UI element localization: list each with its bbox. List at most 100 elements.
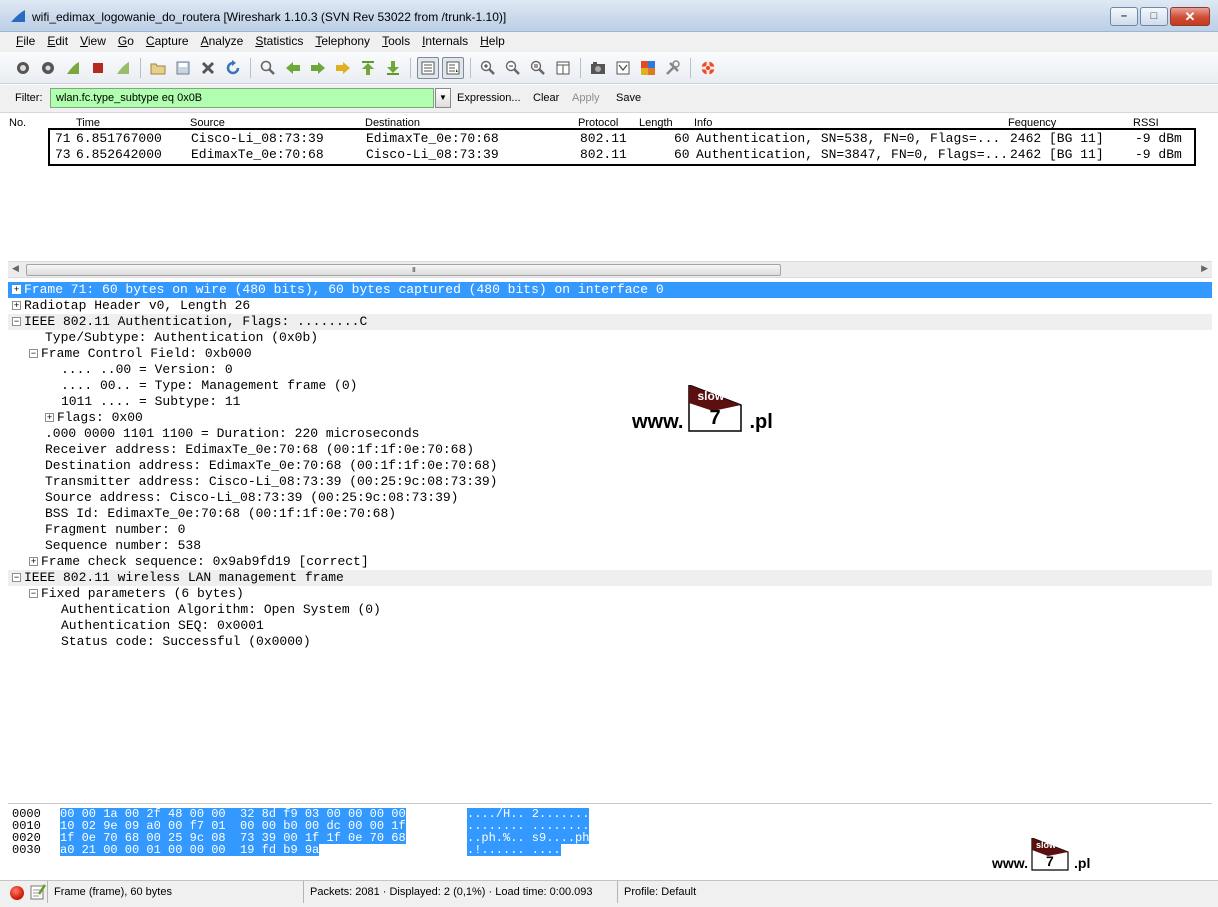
hex-ascii[interactable]: .!...... .... <box>467 844 561 856</box>
tree-item-auth-algorithm[interactable]: Authentication Algorithm: Open System (0… <box>61 602 381 618</box>
open-file-icon[interactable] <box>147 57 169 79</box>
tree-item-fragment[interactable]: Fragment number: 0 <box>45 522 185 538</box>
collapse-icon[interactable]: − <box>29 589 38 598</box>
tree-item-transmitter[interactable]: Transmitter address: Cisco-Li_08:73:39 (… <box>45 474 497 490</box>
maximize-icon: □ <box>1150 10 1158 22</box>
filter-bar: Filter: wlan.fc.type_subtype eq 0x0B ▼ E… <box>0 85 1218 113</box>
menu-statistics[interactable]: Statistics <box>249 32 309 52</box>
colorize-icon[interactable] <box>417 56 439 79</box>
interfaces-icon[interactable] <box>12 57 34 79</box>
resize-columns-icon[interactable] <box>552 57 574 79</box>
tree-item-destination[interactable]: Destination address: EdimaxTe_0e:70:68 (… <box>45 458 497 474</box>
scroll-thumb[interactable]: III <box>26 264 781 276</box>
capture-filters-icon[interactable] <box>587 57 609 79</box>
main-toolbar <box>0 52 1218 84</box>
tree-item-frame[interactable]: + Frame 71: 60 bytes on wire (480 bits), … <box>8 282 1212 298</box>
toolbar-separator <box>140 57 141 78</box>
collapse-icon[interactable]: − <box>12 317 21 326</box>
maximize-button[interactable]: □ <box>1140 7 1168 26</box>
tree-item-label: Authentication SEQ: 0x0001 <box>61 618 264 633</box>
menu-capture[interactable]: Capture <box>140 32 195 52</box>
minimize-button[interactable]: – <box>1110 7 1138 26</box>
close-button[interactable]: ✕ <box>1170 7 1210 26</box>
tree-item-receiver[interactable]: Receiver address: EdimaxTe_0e:70:68 (00:… <box>45 442 474 458</box>
start-capture-icon[interactable] <box>62 57 84 79</box>
slow7-watermark-small: www. slow 7 .pl <box>992 838 1090 876</box>
scroll-left-icon[interactable]: ◀ <box>12 263 19 274</box>
find-packet-icon[interactable] <box>257 57 279 79</box>
auto-scroll-icon[interactable] <box>442 56 464 79</box>
capture-comments-icon[interactable] <box>30 884 46 900</box>
menu-analyze[interactable]: Analyze <box>195 32 250 52</box>
tree-item-source[interactable]: Source address: Cisco-Li_08:73:39 (00:25… <box>45 490 458 506</box>
display-filter-input[interactable]: wlan.fc.type_subtype eq 0x0B <box>50 88 434 108</box>
menu-file[interactable]: File <box>10 32 41 52</box>
tree-item-frame-control[interactable]: − Frame Control Field: 0xb000 <box>29 346 252 362</box>
close-file-icon[interactable] <box>197 57 219 79</box>
chevron-down-icon: ▼ <box>439 93 447 102</box>
save-filter-button[interactable]: Save <box>616 92 641 104</box>
column-header-no[interactable]: No. <box>9 117 26 129</box>
tree-item-radiotap[interactable]: + Radiotap Header v0, Length 26 <box>12 298 250 314</box>
hex-bytes[interactable]: a0 21 00 00 01 00 00 00 19 fd b9 9a <box>60 844 320 856</box>
tree-item-subtype[interactable]: 1011 .... = Subtype: 11 <box>61 394 240 410</box>
display-filters-icon[interactable] <box>612 57 634 79</box>
apply-button[interactable]: Apply <box>572 92 600 104</box>
menu-tools[interactable]: Tools <box>376 32 416 52</box>
tree-item-label: Fragment number: 0 <box>45 522 186 537</box>
close-icon: ✕ <box>1184 9 1196 24</box>
tree-item-sequence[interactable]: Sequence number: 538 <box>45 538 201 554</box>
tree-item-fcs[interactable]: + Frame check sequence: 0x9ab9fd19 [corre… <box>29 554 369 570</box>
go-back-icon[interactable] <box>282 57 304 79</box>
tree-item-auth-seq[interactable]: Authentication SEQ: 0x0001 <box>61 618 264 634</box>
tree-item-ieee80211[interactable]: − IEEE 802.11 Authentication, Flags: ....… <box>8 314 1212 330</box>
menu-view[interactable]: View <box>74 32 112 52</box>
scroll-right-icon[interactable]: ▶ <box>1201 263 1208 274</box>
tree-item-label: Sequence number: 538 <box>45 538 202 553</box>
go-first-icon[interactable] <box>357 57 379 79</box>
zoom-normal-icon[interactable] <box>527 57 549 79</box>
expand-icon[interactable]: + <box>12 301 21 310</box>
reload-icon[interactable] <box>222 57 244 79</box>
preferences-icon[interactable] <box>662 57 684 79</box>
menu-help[interactable]: Help <box>474 32 511 52</box>
tree-item-bssid[interactable]: BSS Id: EdimaxTe_0e:70:68 (00:1f:1f:0e:7… <box>45 506 396 522</box>
tree-item-type[interactable]: .... 00.. = Type: Management frame (0) <box>61 378 357 394</box>
options-icon[interactable] <box>37 57 59 79</box>
packet-list-hscrollbar[interactable]: ◀ III ▶ <box>8 261 1212 278</box>
clear-button[interactable]: Clear <box>533 92 559 104</box>
collapse-icon[interactable]: − <box>29 349 38 358</box>
logo-slow: slow <box>697 389 725 403</box>
menu-telephony[interactable]: Telephony <box>309 32 376 52</box>
coloring-rules-icon[interactable] <box>637 57 659 79</box>
highlight-box <box>48 128 1196 166</box>
expand-icon[interactable]: + <box>45 413 54 422</box>
tree-item-flags[interactable]: + Flags: 0x00 <box>45 410 143 426</box>
expression-button[interactable]: Expression... <box>457 92 521 104</box>
zoom-out-icon[interactable] <box>502 57 524 79</box>
logo-seven: 7 <box>709 407 721 429</box>
menu-go[interactable]: Go <box>112 32 140 52</box>
status-profile[interactable]: Profile: Default <box>617 881 696 903</box>
expert-info-icon[interactable] <box>10 886 24 900</box>
zoom-in-icon[interactable] <box>477 57 499 79</box>
tree-item-fixed-params[interactable]: − Fixed parameters (6 bytes) <box>29 586 244 602</box>
tree-item-version[interactable]: .... ..00 = Version: 0 <box>61 362 233 378</box>
tree-item-mgmt-frame[interactable]: − IEEE 802.11 wireless LAN management fra… <box>8 570 1212 586</box>
tree-item-duration[interactable]: .000 0000 1101 1100 = Duration: 220 micr… <box>45 426 419 442</box>
go-to-packet-icon[interactable] <box>332 57 354 79</box>
help-icon[interactable] <box>697 57 719 79</box>
expand-icon[interactable]: + <box>29 557 38 566</box>
save-file-icon[interactable] <box>172 57 194 79</box>
expand-icon[interactable]: + <box>12 285 21 294</box>
restart-capture-icon[interactable] <box>112 57 134 79</box>
tree-item-type-subtype[interactable]: Type/Subtype: Authentication (0x0b) <box>45 330 318 346</box>
collapse-icon[interactable]: − <box>12 573 21 582</box>
stop-capture-icon[interactable] <box>87 57 109 79</box>
tree-item-status-code[interactable]: Status code: Successful (0x0000) <box>61 634 311 650</box>
filter-dropdown-button[interactable]: ▼ <box>435 88 451 108</box>
menu-edit[interactable]: Edit <box>41 32 74 52</box>
go-forward-icon[interactable] <box>307 57 329 79</box>
go-last-icon[interactable] <box>382 57 404 79</box>
menu-internals[interactable]: Internals <box>416 32 474 52</box>
